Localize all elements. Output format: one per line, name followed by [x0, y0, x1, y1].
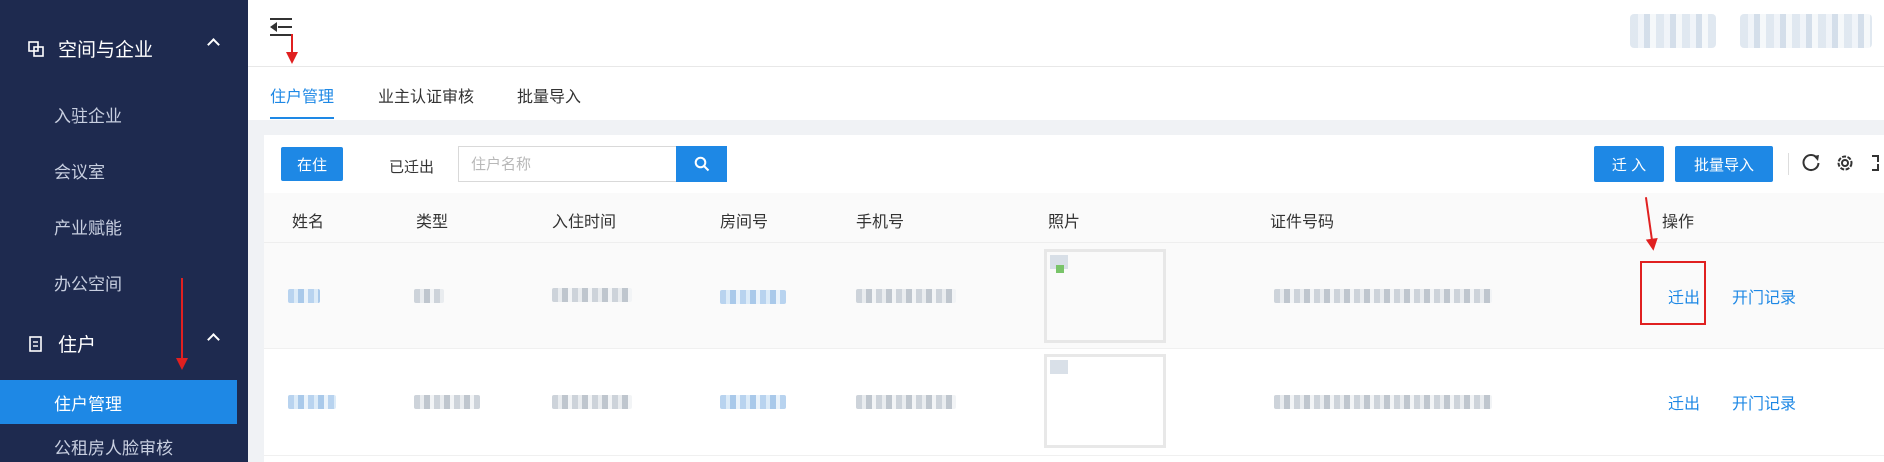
move-in-time-blurred: [552, 395, 632, 409]
sidebar-item-face-audit[interactable]: 公租房人脸审核: [0, 424, 248, 462]
phone-blurred: [856, 395, 956, 409]
tab-batch-import[interactable]: 批量导入: [517, 83, 581, 107]
filter-in-residence-button[interactable]: 在住: [281, 147, 343, 181]
search-input[interactable]: [458, 146, 676, 182]
type-blurred: [414, 395, 480, 409]
sidebar-group-residents[interactable]: 住户: [0, 319, 248, 367]
tab-bar: 住户管理 业主认证审核 批量导入: [248, 67, 1884, 119]
chevron-up-icon: [207, 333, 220, 346]
sidebar-item-companies[interactable]: 入驻企业: [0, 92, 248, 136]
filter-moved-out-button[interactable]: 已迁出: [389, 156, 434, 177]
search-button[interactable]: [676, 146, 727, 182]
sidebar-group-label: 空间与企业: [58, 38, 154, 61]
name-blurred: [288, 289, 320, 303]
annotation-arrow: [286, 34, 298, 64]
resident-photo[interactable]: [1044, 354, 1166, 448]
search-icon: [694, 156, 709, 172]
sidebar-group-label: 住户: [58, 333, 97, 356]
door-record-link[interactable]: 开门记录: [1732, 284, 1796, 308]
column-room-number: 房间号: [720, 212, 769, 231]
room-number-blurred: [720, 395, 786, 409]
sidebar: 空间与企业 入驻企业 会议室 产业赋能 办公空间 住户 住户管理 公租房人脸审核: [0, 0, 248, 462]
annotation-highlight-box: [1640, 261, 1706, 325]
sidebar-group-space[interactable]: 空间与企业: [0, 24, 248, 72]
batch-import-button[interactable]: 批量导入: [1675, 146, 1773, 182]
table-row: 迁出 开门记录: [264, 350, 1884, 456]
column-type: 类型: [416, 212, 449, 231]
toolbar-divider: [1788, 153, 1789, 175]
sidebar-item-office[interactable]: 办公空间: [0, 260, 248, 304]
layers-icon: [28, 40, 44, 57]
column-actions: 操作: [1662, 212, 1695, 231]
name-blurred: [288, 395, 336, 409]
column-phone: 手机号: [856, 212, 905, 231]
user-info-blurred: [1630, 14, 1716, 48]
phone-blurred: [856, 289, 956, 303]
annotation-arrow: [176, 278, 188, 370]
id-number-blurred: [1274, 395, 1492, 409]
sidebar-item-resident-management[interactable]: 住户管理: [0, 380, 237, 424]
document-icon: [28, 335, 44, 352]
tab-owner-verification[interactable]: 业主认证审核: [378, 83, 474, 107]
table-header: 姓名 类型 入住时间 房间号 手机号 照片 证件号码 操作: [264, 193, 1884, 243]
column-move-in-time: 入住时间: [552, 212, 617, 231]
column-id-number: 证件号码: [1270, 212, 1335, 231]
settings-icon[interactable]: [1834, 152, 1856, 174]
door-record-link[interactable]: 开门记录: [1732, 390, 1796, 414]
room-number-blurred: [720, 290, 786, 304]
user-avatar-blurred[interactable]: [1740, 14, 1872, 48]
move-out-link[interactable]: 迁出: [1668, 390, 1700, 414]
sidebar-item-industry[interactable]: 产业赋能: [0, 204, 248, 248]
id-number-blurred: [1274, 289, 1492, 303]
tab-resident-management[interactable]: 住户管理: [270, 83, 334, 107]
column-photo: 照片: [1048, 212, 1081, 231]
column-name: 姓名: [292, 212, 325, 231]
refresh-icon[interactable]: [1800, 152, 1822, 174]
type-blurred: [414, 289, 444, 303]
chevron-up-icon: [207, 38, 220, 51]
move-in-time-blurred: [552, 288, 632, 302]
resident-photo[interactable]: [1044, 249, 1166, 343]
active-tab-indicator: [270, 117, 334, 119]
move-in-button[interactable]: 迁 入: [1594, 146, 1664, 182]
sidebar-item-meeting-room[interactable]: 会议室: [0, 148, 248, 192]
fullscreen-icon[interactable]: [1870, 152, 1884, 174]
